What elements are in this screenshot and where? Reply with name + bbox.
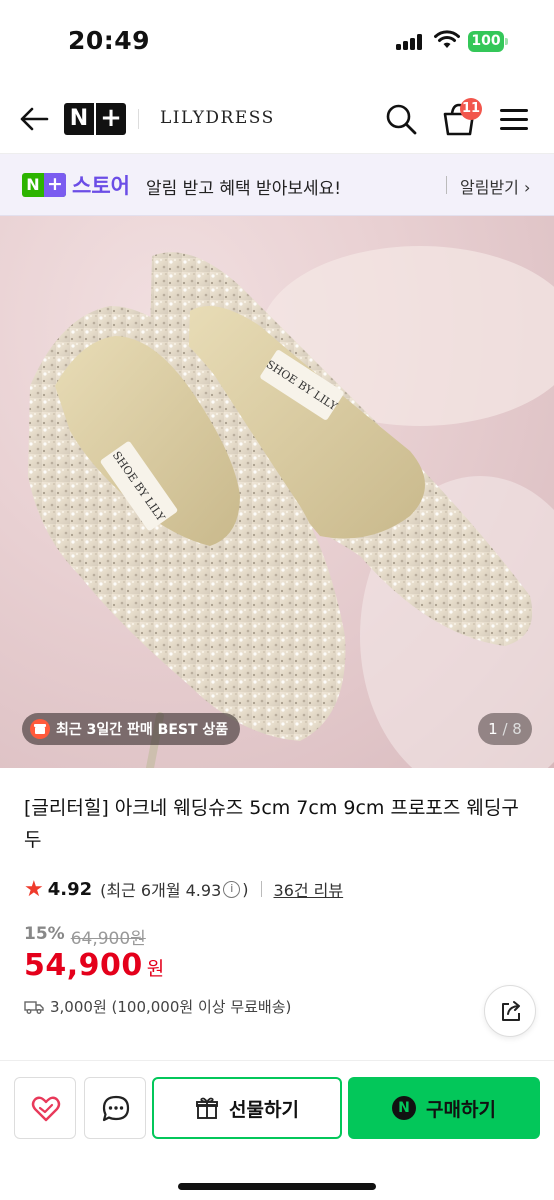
store-brand-name[interactable]: LILYDRESS	[160, 108, 275, 128]
current-page: 1	[488, 720, 498, 738]
shipping-row: 3,000원 (100,000원 이상 무료배송)	[24, 996, 291, 1017]
product-photo: SHOE BY LILY SHOE BY LILY	[28, 246, 554, 768]
page-separator: /	[497, 720, 513, 738]
back-arrow-icon[interactable]	[18, 104, 50, 134]
chat-inquiry-button[interactable]	[84, 1077, 146, 1139]
image-page-indicator: 1 / 8	[478, 713, 532, 745]
status-bar: 20:49 100	[0, 0, 554, 84]
banner-message: 알림 받고 혜택 받아보세요!	[146, 179, 342, 199]
price-row: 54,900 원	[24, 948, 164, 983]
share-button[interactable]	[484, 985, 536, 1037]
hamburger-menu-icon[interactable]	[498, 105, 530, 133]
product-image-carousel[interactable]: SHOE BY LILY SHOE BY LILY 최근 3일간 판매 BEST…	[0, 216, 554, 768]
product-title: [글리터힐] 아크네 웨딩슈즈 5cm 7cm 9cm 프로포즈 웨딩구두	[24, 797, 519, 851]
star-icon: ★	[24, 876, 44, 902]
gift-icon	[30, 719, 50, 739]
naver-n-letter: N	[69, 106, 89, 131]
truck-icon	[24, 1000, 44, 1014]
npay-icon: N	[392, 1096, 417, 1120]
rating-score: 4.92	[47, 878, 93, 900]
header-divider	[138, 109, 139, 129]
app-header: N + LILYDRESS 11	[0, 84, 554, 154]
cart-count-badge: 11	[460, 98, 482, 120]
naver-plus-sign: +	[100, 103, 122, 133]
best-seller-badge: 최근 3일간 판매 BEST 상품	[22, 713, 241, 745]
cellular-signal-icon	[396, 34, 424, 50]
original-price: 64,900원	[70, 929, 146, 949]
banner-divider	[446, 176, 447, 194]
purchase-bar: 선물하기 N 구매하기	[0, 1060, 554, 1200]
discount-row: 15% 64,900원	[24, 924, 146, 949]
recent-rating-close: )	[242, 879, 249, 899]
best-seller-text: 최근 3일간 판매 BEST 상품	[56, 722, 229, 738]
review-count-link[interactable]: 36건 리뷰	[274, 877, 344, 901]
cart-button[interactable]: 11	[440, 98, 482, 138]
notify-me-link[interactable]: 알림받기 ›	[460, 174, 530, 198]
heart-icon	[31, 1096, 61, 1122]
battery-icon: 100	[468, 31, 508, 52]
gift-button[interactable]: 선물하기	[152, 1077, 342, 1139]
status-time: 20:49	[68, 26, 151, 55]
gift-box-icon	[196, 1097, 218, 1119]
chat-bubble-icon	[102, 1095, 130, 1122]
gift-button-label: 선물하기	[229, 1098, 299, 1121]
share-icon	[502, 1001, 520, 1021]
rating-divider	[260, 881, 262, 897]
naver-plus-store-logo: N +	[22, 173, 66, 197]
rating-row: ★ 4.92 (최근 6개월 4.93 i ) 36건 리뷰	[24, 876, 343, 902]
battery-level: 100	[468, 31, 504, 52]
recent-rating: (최근 6개월 4.93	[100, 881, 222, 900]
buy-button[interactable]: N 구매하기	[348, 1077, 540, 1139]
wifi-icon	[434, 30, 460, 48]
discount-percent: 15%	[24, 924, 65, 944]
store-logo-plus: +	[44, 173, 66, 197]
search-icon[interactable]	[384, 102, 418, 136]
shipping-fee: 3,000원 (100,000원 이상 무료배송)	[50, 998, 292, 1016]
info-icon[interactable]: i	[223, 880, 241, 898]
price-unit: 원	[146, 958, 165, 980]
store-name: 스토어	[72, 174, 130, 198]
store-notification-banner[interactable]: N + 스토어 알림 받고 혜택 받아보세요! 알림받기 ›	[0, 154, 554, 216]
wishlist-button[interactable]	[14, 1077, 76, 1139]
store-logo-n: N	[26, 175, 40, 194]
naver-plus-logo[interactable]: N +	[64, 103, 126, 135]
sale-price: 54,900	[24, 948, 143, 983]
buy-button-label: 구매하기	[426, 1098, 496, 1121]
home-indicator[interactable]	[178, 1183, 376, 1190]
total-pages: 8	[512, 720, 522, 738]
